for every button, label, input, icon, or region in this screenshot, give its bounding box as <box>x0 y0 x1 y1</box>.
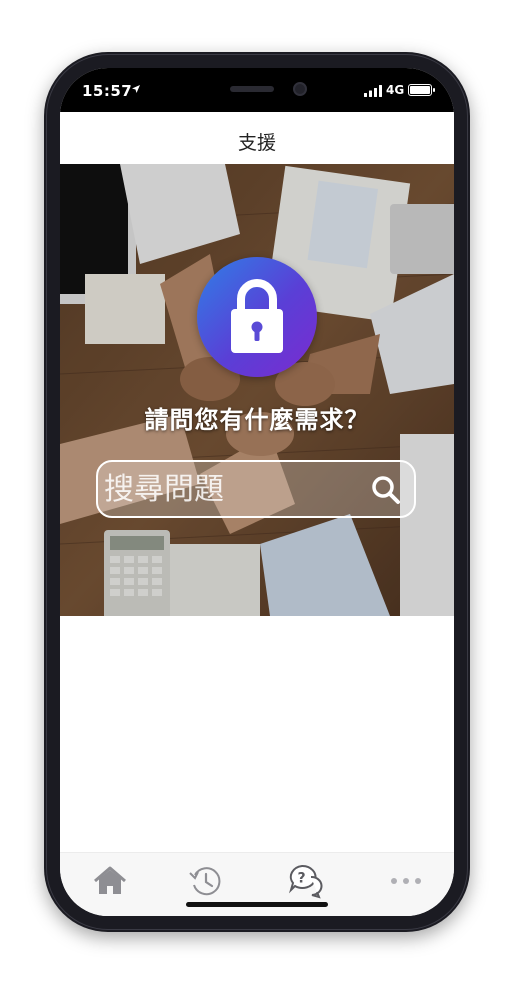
status-time: 15:57 <box>82 82 133 100</box>
lock-badge <box>197 257 317 377</box>
stage: 15:57 4G 支援 請問您有什麼需求？ 搜尋問題 ? <box>0 0 512 983</box>
signal-icon <box>364 85 382 97</box>
status-bar: 15:57 4G <box>60 68 454 112</box>
screen: 15:57 4G 支援 請問您有什麼需求？ 搜尋問題 ? <box>60 68 454 916</box>
network-type: 4G <box>386 83 405 97</box>
svg-text:?: ? <box>298 871 306 887</box>
lock-icon <box>231 279 283 353</box>
more-icon[interactable] <box>386 863 426 899</box>
location-arrow-icon <box>132 85 140 93</box>
search-input[interactable] <box>104 468 364 510</box>
speaker <box>230 86 274 92</box>
home-indicator <box>186 902 328 907</box>
search-icon[interactable] <box>370 474 402 506</box>
battery-icon <box>408 84 435 96</box>
help-chat-icon[interactable]: ? <box>286 863 326 899</box>
nav-header: 支援 <box>60 112 454 162</box>
search-bar[interactable] <box>96 460 416 518</box>
front-camera <box>293 82 307 96</box>
teamwork-background-image <box>60 164 454 616</box>
home-icon[interactable] <box>90 863 130 899</box>
hero-question: 請問您有什麼需求？ <box>144 406 370 434</box>
phone-frame: 15:57 4G 支援 請問您有什麼需求？ 搜尋問題 ? <box>44 52 470 932</box>
hero-banner: 請問您有什麼需求？ <box>60 164 454 616</box>
notch <box>160 68 354 100</box>
history-icon[interactable] <box>186 863 226 899</box>
page-title: 支援 <box>237 132 276 154</box>
